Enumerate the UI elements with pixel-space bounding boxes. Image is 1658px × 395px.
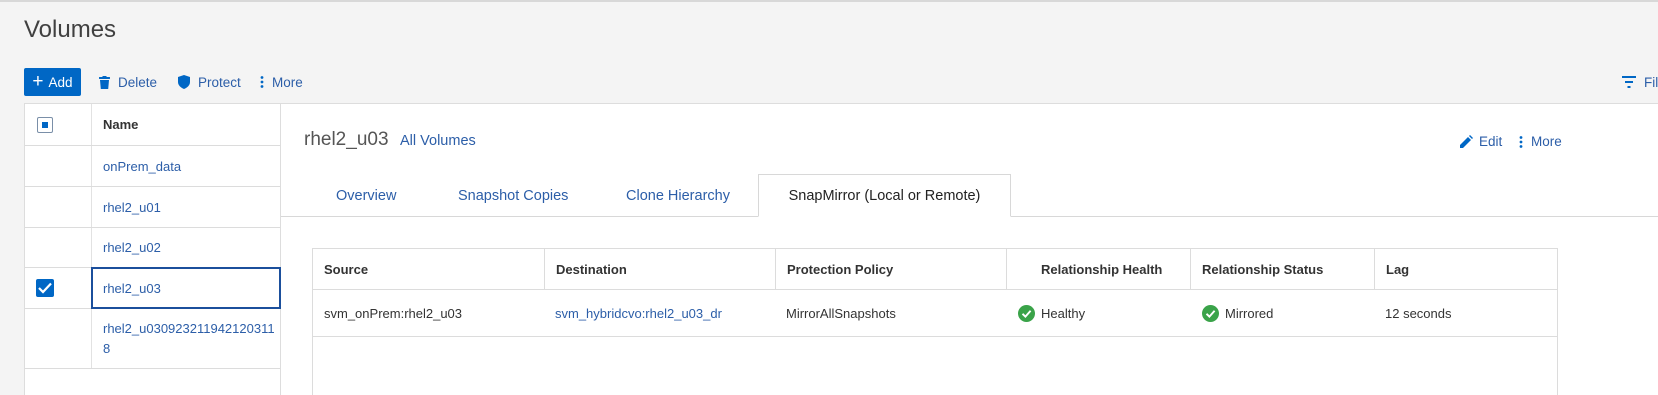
detail-more-label: More bbox=[1531, 134, 1562, 149]
tab-snapshot-copies[interactable]: Snapshot Copies bbox=[458, 188, 568, 204]
cell-destination: svm_hybridcvo:rhel2_u03_dr bbox=[544, 290, 775, 336]
shield-icon bbox=[178, 75, 190, 89]
row-checkbox-cell[interactable] bbox=[25, 268, 92, 308]
add-button[interactable]: + Add bbox=[24, 68, 81, 96]
volume-name-link[interactable]: rhel2_u02 bbox=[103, 228, 161, 267]
list-item[interactable]: onPrem_data bbox=[25, 146, 280, 187]
toolbar: + Add Delete Protect More Filter bbox=[24, 68, 1658, 96]
col-relationship-health[interactable]: Relationship Health bbox=[1006, 249, 1190, 289]
cell-health: Healthy bbox=[1006, 290, 1190, 336]
tab-snapmirror[interactable]: SnapMirror (Local or Remote) bbox=[758, 174, 1011, 217]
check-circle-icon bbox=[1202, 304, 1219, 322]
volume-name-link[interactable]: rhel2_u01 bbox=[103, 187, 161, 227]
status-value: Mirrored bbox=[1225, 305, 1274, 321]
col-destination[interactable]: Destination bbox=[544, 249, 775, 289]
row-checkbox-checked[interactable] bbox=[36, 279, 54, 297]
edit-button-label: Edit bbox=[1479, 134, 1503, 149]
cell-lag: 12 seconds bbox=[1385, 305, 1452, 321]
row-checkbox-cell[interactable] bbox=[25, 187, 92, 227]
col-relationship-status[interactable]: Relationship Status bbox=[1190, 249, 1374, 289]
header-checkbox-cell bbox=[25, 104, 92, 145]
table-row: svm_onPrem:rhel2_u03 svm_hybridcvo:rhel2… bbox=[313, 290, 1557, 337]
selected-row-focus-outline bbox=[91, 267, 281, 309]
kebab-icon bbox=[1519, 135, 1523, 148]
list-item[interactable]: rhel2_u01 bbox=[25, 187, 280, 228]
filter-icon bbox=[1622, 76, 1636, 88]
list-item[interactable]: rhel2_u02 bbox=[25, 228, 280, 268]
snapmirror-table: Source Destination Protection Policy Rel… bbox=[312, 248, 1558, 395]
col-lag[interactable]: Lag bbox=[1374, 249, 1557, 289]
cell-source: svm_onPrem:rhel2_u03 bbox=[324, 305, 463, 321]
col-source[interactable]: Source bbox=[313, 249, 544, 289]
name-column-header[interactable]: Name bbox=[103, 104, 138, 145]
more-button-label: More bbox=[272, 74, 303, 90]
delete-button-label: Delete bbox=[118, 74, 158, 90]
all-volumes-link[interactable]: All Volumes bbox=[400, 133, 476, 149]
filter-button-label: Filter bbox=[1644, 74, 1658, 90]
destination-link[interactable]: svm_hybridcvo:rhel2_u03_dr bbox=[555, 306, 722, 321]
plus-icon: + bbox=[32, 70, 44, 92]
protect-button[interactable]: Protect bbox=[178, 68, 241, 96]
tab-overview[interactable]: Overview bbox=[336, 188, 396, 204]
protect-button-label: Protect bbox=[198, 74, 241, 90]
detail-more-button[interactable]: More bbox=[1519, 134, 1562, 149]
filter-button[interactable]: Filter bbox=[1622, 68, 1658, 96]
row-checkbox-cell[interactable] bbox=[25, 309, 92, 368]
volume-name-line: 8 bbox=[103, 341, 111, 356]
volume-list: Name onPrem_data rhel2_u01 rhel2_u02 rhe… bbox=[24, 103, 281, 395]
tab-clone-hierarchy[interactable]: Clone Hierarchy bbox=[626, 188, 730, 204]
edit-button[interactable]: Edit bbox=[1460, 134, 1502, 149]
row-checkbox-cell[interactable] bbox=[25, 228, 92, 267]
cell-policy: MirrorAllSnapshots bbox=[786, 305, 896, 321]
trash-icon bbox=[99, 75, 110, 89]
volume-name-link[interactable]: rhel2_u030923211942120311 8 bbox=[103, 319, 275, 359]
delete-button[interactable]: Delete bbox=[99, 68, 157, 96]
table-header-row: Source Destination Protection Policy Rel… bbox=[313, 249, 1557, 290]
page-title: Volumes bbox=[24, 16, 117, 43]
volume-name-link[interactable]: onPrem_data bbox=[103, 146, 181, 186]
volume-detail-panel: rhel2_u03 All Volumes Edit More Overview… bbox=[281, 103, 1658, 395]
list-item[interactable]: rhel2_u030923211942120311 8 bbox=[25, 309, 280, 369]
cell-status: Mirrored bbox=[1190, 290, 1374, 336]
more-button[interactable]: More bbox=[260, 68, 303, 96]
select-all-checkbox[interactable] bbox=[37, 117, 53, 133]
add-button-label: Add bbox=[48, 74, 73, 90]
kebab-icon bbox=[260, 76, 264, 88]
health-value: Healthy bbox=[1041, 305, 1086, 321]
list-header: Name bbox=[25, 104, 280, 146]
top-border bbox=[0, 0, 1658, 2]
checkmark-icon bbox=[38, 282, 52, 294]
col-protection-policy[interactable]: Protection Policy bbox=[775, 249, 1006, 289]
pencil-icon bbox=[1460, 135, 1473, 148]
volume-title: rhel2_u03 bbox=[304, 129, 389, 150]
check-circle-icon bbox=[1018, 304, 1035, 322]
row-checkbox-cell[interactable] bbox=[25, 146, 92, 186]
volume-name-line: rhel2_u030923211942120311 bbox=[103, 321, 275, 336]
